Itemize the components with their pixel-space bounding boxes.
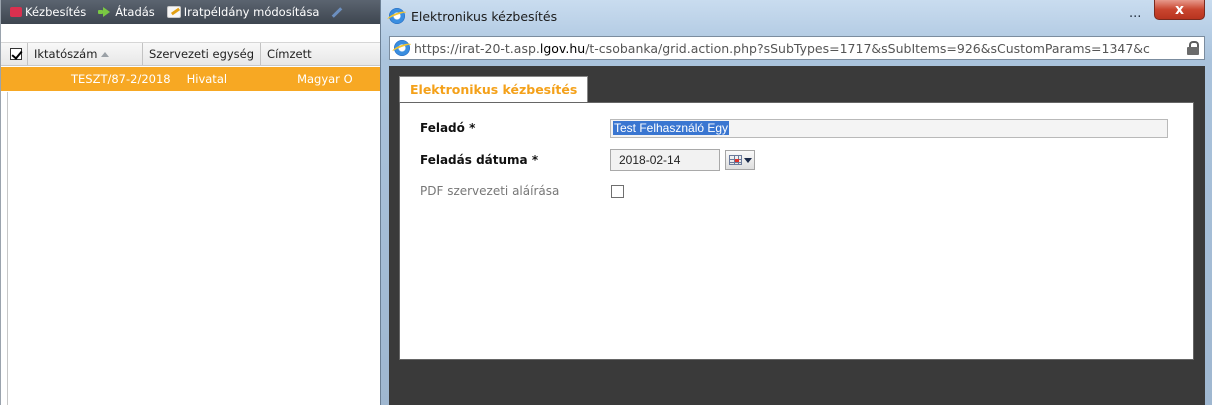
iktatoszam-header-label: Iktatószám	[34, 47, 98, 61]
tab-elektronikus-kezbesites[interactable]: Elektronikus kézbesítés	[399, 76, 589, 102]
cimzett-header-label: Címzett	[267, 47, 312, 61]
address-bar[interactable]: https://irat-20-t.asp.lgov.hu/t-csobanka…	[389, 36, 1205, 60]
form-panel: Feladó * Test Felhasználó Egy Feladás dá…	[399, 102, 1194, 360]
column-divider	[7, 92, 8, 405]
sender-field[interactable]: Test Felhasználó Egy	[610, 119, 1168, 138]
row-szervezeti-egyseg: Hivatal	[186, 72, 228, 86]
select-all-cell	[5, 48, 27, 60]
chevron-down-icon	[743, 157, 752, 163]
background-app-window: Kézbesítés Átadás Iratpéldány módosítása…	[0, 0, 381, 405]
edit-document-icon	[166, 6, 181, 18]
tab-bar: Elektronikus kézbesítés	[399, 76, 589, 102]
calendar-icon	[728, 155, 742, 165]
popup-title: Elektronikus kézbesítés	[411, 8, 558, 24]
url-prefix: https://irat-20-t.asp.	[414, 40, 540, 56]
close-icon: x	[1174, 1, 1185, 18]
url-path: /t-csobanka/grid.action.php?sSubTypes=17…	[585, 40, 1150, 56]
toolbar: Kézbesítés Átadás Iratpéldány módosítása	[1, 0, 381, 24]
internet-explorer-icon	[389, 8, 405, 24]
iratpeldany-modositasa-label: Iratpéldány módosítása	[183, 5, 320, 19]
szervezeti-egyseg-header-label: Szervezeti egység	[149, 47, 255, 61]
row-iktatoszam: TESZT/87-2/2018	[71, 72, 171, 86]
pdf-signature-checkbox[interactable]	[611, 185, 624, 198]
pencil-icon	[331, 6, 343, 18]
kezbesites-button[interactable]: Kézbesítés	[5, 2, 91, 22]
sender-value: Test Felhasználó Egy	[613, 121, 730, 135]
popup-window: Elektronikus kézbesítés ... x https://ir…	[380, 0, 1212, 405]
column-header-cimzett[interactable]: Címzett	[261, 43, 318, 65]
column-header-szervezeti-egyseg[interactable]: Szervezeti egység	[143, 43, 262, 65]
kezbesites-label: Kézbesítés	[25, 5, 87, 19]
address-url[interactable]: https://irat-20-t.asp.lgov.hu/t-csobanka…	[414, 41, 1188, 56]
grid-header: Iktatószám Szervezeti egység Címzett	[1, 42, 381, 66]
more-toolbar-button[interactable]	[326, 2, 348, 22]
sender-label: Feladó *	[420, 121, 476, 135]
column-header-iktatoszam[interactable]: Iktatószám	[27, 43, 143, 65]
iratpeldany-modositasa-button[interactable]: Iratpéldány módosítása	[162, 2, 325, 22]
popup-titlebar[interactable]: Elektronikus kézbesítés ... x	[381, 0, 1212, 32]
delivery-icon	[10, 7, 22, 17]
pdf-signature-label: PDF szervezeti aláírása	[420, 184, 560, 198]
url-domain: lgov.hu	[539, 40, 586, 56]
minimize-button[interactable]: ...	[1129, 6, 1143, 22]
close-button[interactable]: x	[1154, 0, 1205, 20]
select-all-checkbox[interactable]	[10, 48, 22, 60]
table-row[interactable]: TESZT/87-2/2018 Hivatal Magyar O	[1, 67, 381, 91]
lock-icon[interactable]	[1187, 41, 1199, 55]
date-field[interactable]: 2018-02-14	[610, 149, 720, 171]
atadas-button[interactable]: Átadás	[93, 2, 160, 22]
internet-explorer-icon	[394, 40, 410, 56]
sort-ascending-icon	[101, 51, 110, 57]
arrow-right-icon	[98, 6, 112, 18]
calendar-button[interactable]	[725, 150, 755, 170]
date-label: Feladás dátuma *	[420, 153, 539, 167]
row-cimzett: Magyar O	[297, 72, 353, 86]
atadas-label: Átadás	[115, 5, 155, 19]
popup-content: Elektronikus kézbesítés Feladó * Test Fe…	[389, 66, 1205, 405]
